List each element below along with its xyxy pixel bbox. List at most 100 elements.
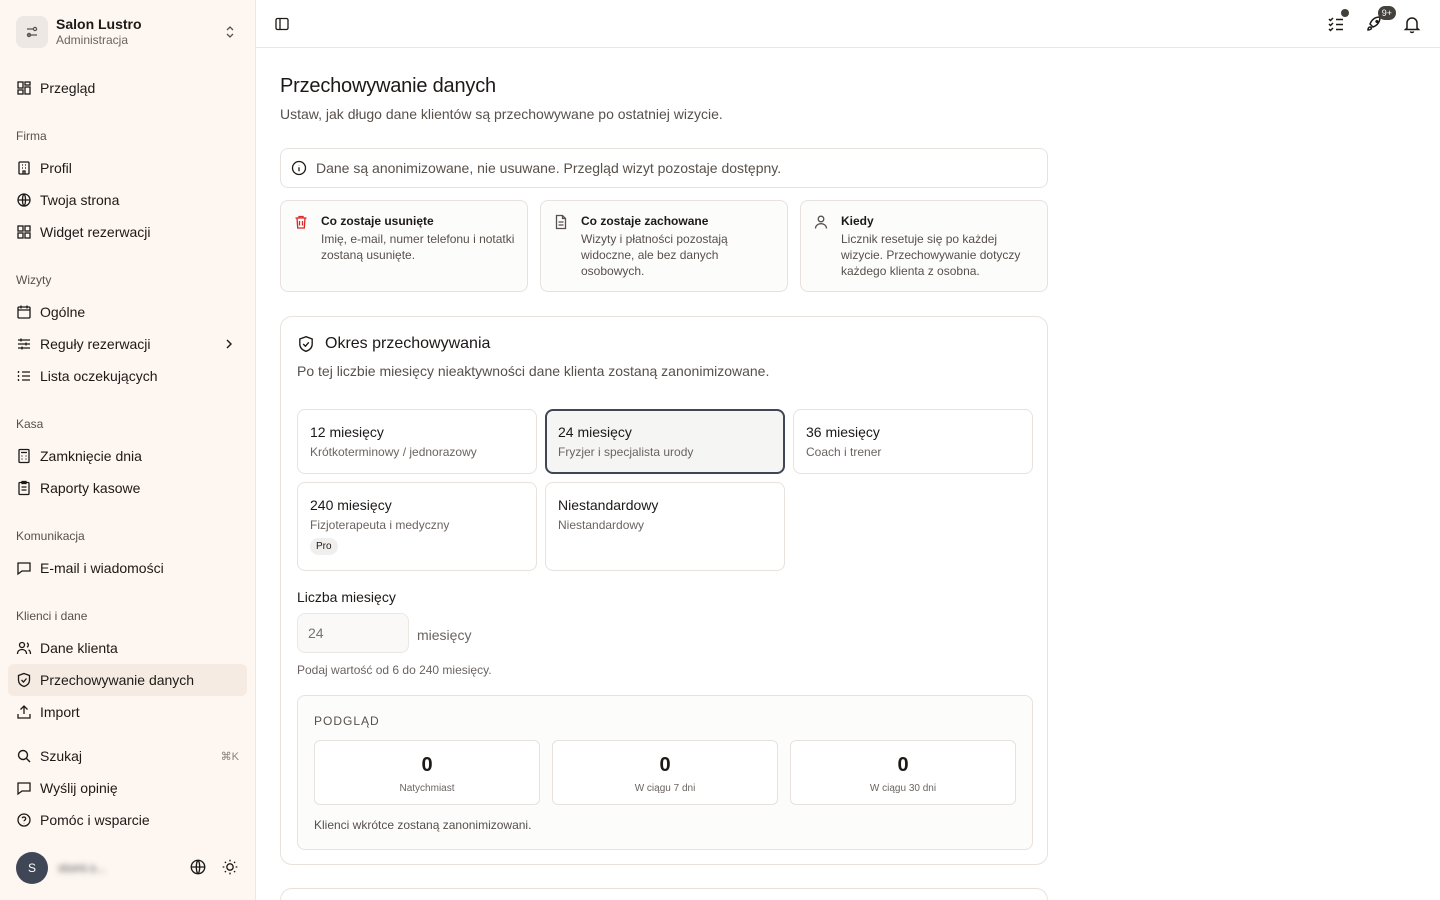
info-icon: [291, 160, 307, 176]
list-ordered-icon: [16, 368, 32, 384]
info-card-kept-text: Wizyty i płatności pozostają widoczne, a…: [581, 232, 728, 278]
tasks-checklist-icon[interactable]: [1326, 9, 1349, 34]
option-desc: Niestandardowy: [558, 518, 645, 532]
nav-pomoc[interactable]: Pomóc i wsparcie: [8, 804, 247, 836]
grid-icon: [16, 80, 32, 96]
option-desc: Coach i trener: [806, 445, 882, 459]
upload-icon: [16, 704, 32, 720]
nav-ogolne[interactable]: Ogólne: [8, 296, 247, 328]
section-kasa: Kasa: [16, 417, 44, 431]
nav-email[interactable]: E-mail i wiadomości: [8, 552, 247, 584]
retention-title: Okres przechowywania: [297, 335, 490, 353]
option-custom[interactable]: Niestandardowy Niestandardowy: [545, 482, 785, 571]
nav-email-label: E-mail i wiadomości: [40, 560, 164, 576]
option-desc: Fizjoterapeuta i medyczny: [310, 518, 450, 532]
nav-lista[interactable]: Lista oczekujących: [8, 360, 247, 392]
announcements-badge: 9+: [1377, 6, 1396, 20]
nav-ogolne-label: Ogólne: [40, 304, 86, 320]
nav-zamkniecie-label: Zamknięcie dnia: [40, 448, 142, 464]
nav-import[interactable]: Import: [8, 696, 247, 728]
nav-dane-label: Dane klienta: [40, 640, 118, 656]
section-wizyty: Wizyty: [16, 273, 52, 287]
option-24-months[interactable]: 24 miesięcy Fryzjer i specjalista urody: [545, 409, 785, 474]
nav-strona-label: Twoja strona: [40, 192, 120, 208]
info-card-when: Kiedy Licznik resetuje się po każdej wiz…: [800, 200, 1048, 292]
info-card-kept: Co zostaje zachowane Wizyty i płatności …: [540, 200, 788, 292]
nav-raporty-label: Raporty kasowe: [40, 480, 141, 496]
nav-reguly[interactable]: Reguły rezerwacji: [8, 328, 247, 360]
stat-value: 0: [659, 754, 671, 776]
nav-widget[interactable]: Widget rezerwacji: [8, 216, 247, 248]
topbar: 9+: [256, 0, 1440, 48]
nav-opinia[interactable]: Wyślij opinię: [8, 772, 247, 804]
avatar[interactable]: S: [16, 852, 48, 884]
option-title: 12 miesięcy: [310, 424, 384, 440]
preview-box: PODGLĄD 0 Natychmiast 0 W ciągu 7 dni 0 …: [297, 695, 1033, 850]
section-klienci: Klienci i dane: [16, 609, 88, 623]
months-field-label: Liczba miesięcy: [297, 589, 396, 605]
pro-badge: Pro: [310, 538, 338, 555]
shield-check-icon: [297, 335, 315, 353]
next-panel: [280, 888, 1048, 900]
search-shortcut: ⌘K: [220, 750, 239, 763]
retention-title-text: Okres przechowywania: [325, 335, 491, 352]
option-12-months[interactable]: 12 miesięcy Krótkoterminowy / jednorazow…: [297, 409, 537, 474]
nav-overview-label: Przegląd: [40, 80, 96, 96]
theme-sun-icon[interactable]: [221, 858, 239, 879]
org-logo-icon: [16, 16, 48, 48]
sidebar-toggle-icon[interactable]: [274, 16, 290, 32]
nav-zamkniecie[interactable]: Zamknięcie dnia: [8, 440, 247, 472]
stat-label: W ciągu 7 dni: [634, 783, 696, 794]
nav-dane[interactable]: Dane klienta: [8, 632, 247, 664]
months-input[interactable]: [297, 613, 409, 653]
stat-value: 0: [897, 754, 909, 776]
nav-overview[interactable]: Przegląd: [8, 72, 247, 104]
info-card-when-title: Kiedy: [841, 214, 874, 228]
calculator-icon: [16, 448, 32, 464]
calendar-icon: [16, 304, 32, 320]
stat-7-days: 0 W ciągu 7 dni: [552, 740, 778, 805]
nav-strona[interactable]: Twoja strona: [8, 184, 247, 216]
stat-label: W ciągu 30 dni: [869, 783, 937, 794]
nav-reguly-label: Reguły rezerwacji: [40, 336, 151, 352]
stat-immediate: 0 Natychmiast: [314, 740, 540, 805]
org-switcher[interactable]: Salon Lustro Administracja: [16, 14, 244, 50]
user-bar: S stomi.s...: [16, 852, 246, 884]
info-card-kept-title: Co zostaje zachowane: [581, 214, 709, 228]
section-firma: Firma: [16, 129, 47, 143]
stat-value: 0: [421, 754, 433, 776]
feedback-icon: [16, 780, 32, 796]
nav-widget-label: Widget rezerwacji: [40, 224, 151, 240]
bell-icon[interactable]: [1402, 14, 1422, 34]
language-globe-icon[interactable]: [189, 858, 207, 879]
nav-przechowywanie-label: Przechowywanie danych: [40, 672, 195, 688]
option-240-months[interactable]: 240 miesięcy Fizjoterapeuta i medyczny P…: [297, 482, 537, 571]
nav-pomoc-label: Pomóc i wsparcie: [40, 812, 150, 828]
nav-opinia-label: Wyślij opinię: [40, 780, 118, 796]
months-hint: Podaj wartość od 6 do 240 miesięcy.: [297, 663, 492, 677]
page-subtitle: Ustaw, jak długo dane klientów są przech…: [280, 106, 723, 122]
globe-icon: [16, 192, 32, 208]
info-card-deleted-title: Co zostaje usunięte: [321, 214, 434, 228]
months-unit: miesięcy: [417, 627, 472, 643]
option-36-months[interactable]: 36 miesięcy Coach i trener: [793, 409, 1033, 474]
nav-import-label: Import: [40, 704, 80, 720]
nav-szukaj[interactable]: Szukaj ⌘K: [8, 740, 247, 772]
page-title: Przechowywanie danych: [280, 75, 496, 97]
org-name: Salon Lustro: [56, 16, 142, 32]
nav-profil[interactable]: Profil: [8, 152, 247, 184]
user-icon: [813, 214, 829, 291]
user-email: stomi.s...: [58, 861, 107, 875]
org-role: Administracja: [56, 33, 129, 47]
nav-raporty[interactable]: Raporty kasowe: [8, 472, 247, 504]
announcements-rocket-icon[interactable]: 9+: [1364, 6, 1396, 34]
preview-note: Klienci wkrótce zostaną zanonimizowani.: [314, 818, 532, 832]
help-circle-icon: [16, 812, 32, 828]
stat-label: Natychmiast: [399, 783, 455, 794]
chevron-right-icon: [221, 336, 237, 355]
shield-check-icon: [16, 672, 32, 688]
nav-przechowywanie[interactable]: Przechowywanie danych: [8, 664, 247, 696]
message-square-icon: [16, 560, 32, 576]
file-text-icon: [553, 214, 569, 291]
tasks-dot: [1341, 9, 1349, 17]
